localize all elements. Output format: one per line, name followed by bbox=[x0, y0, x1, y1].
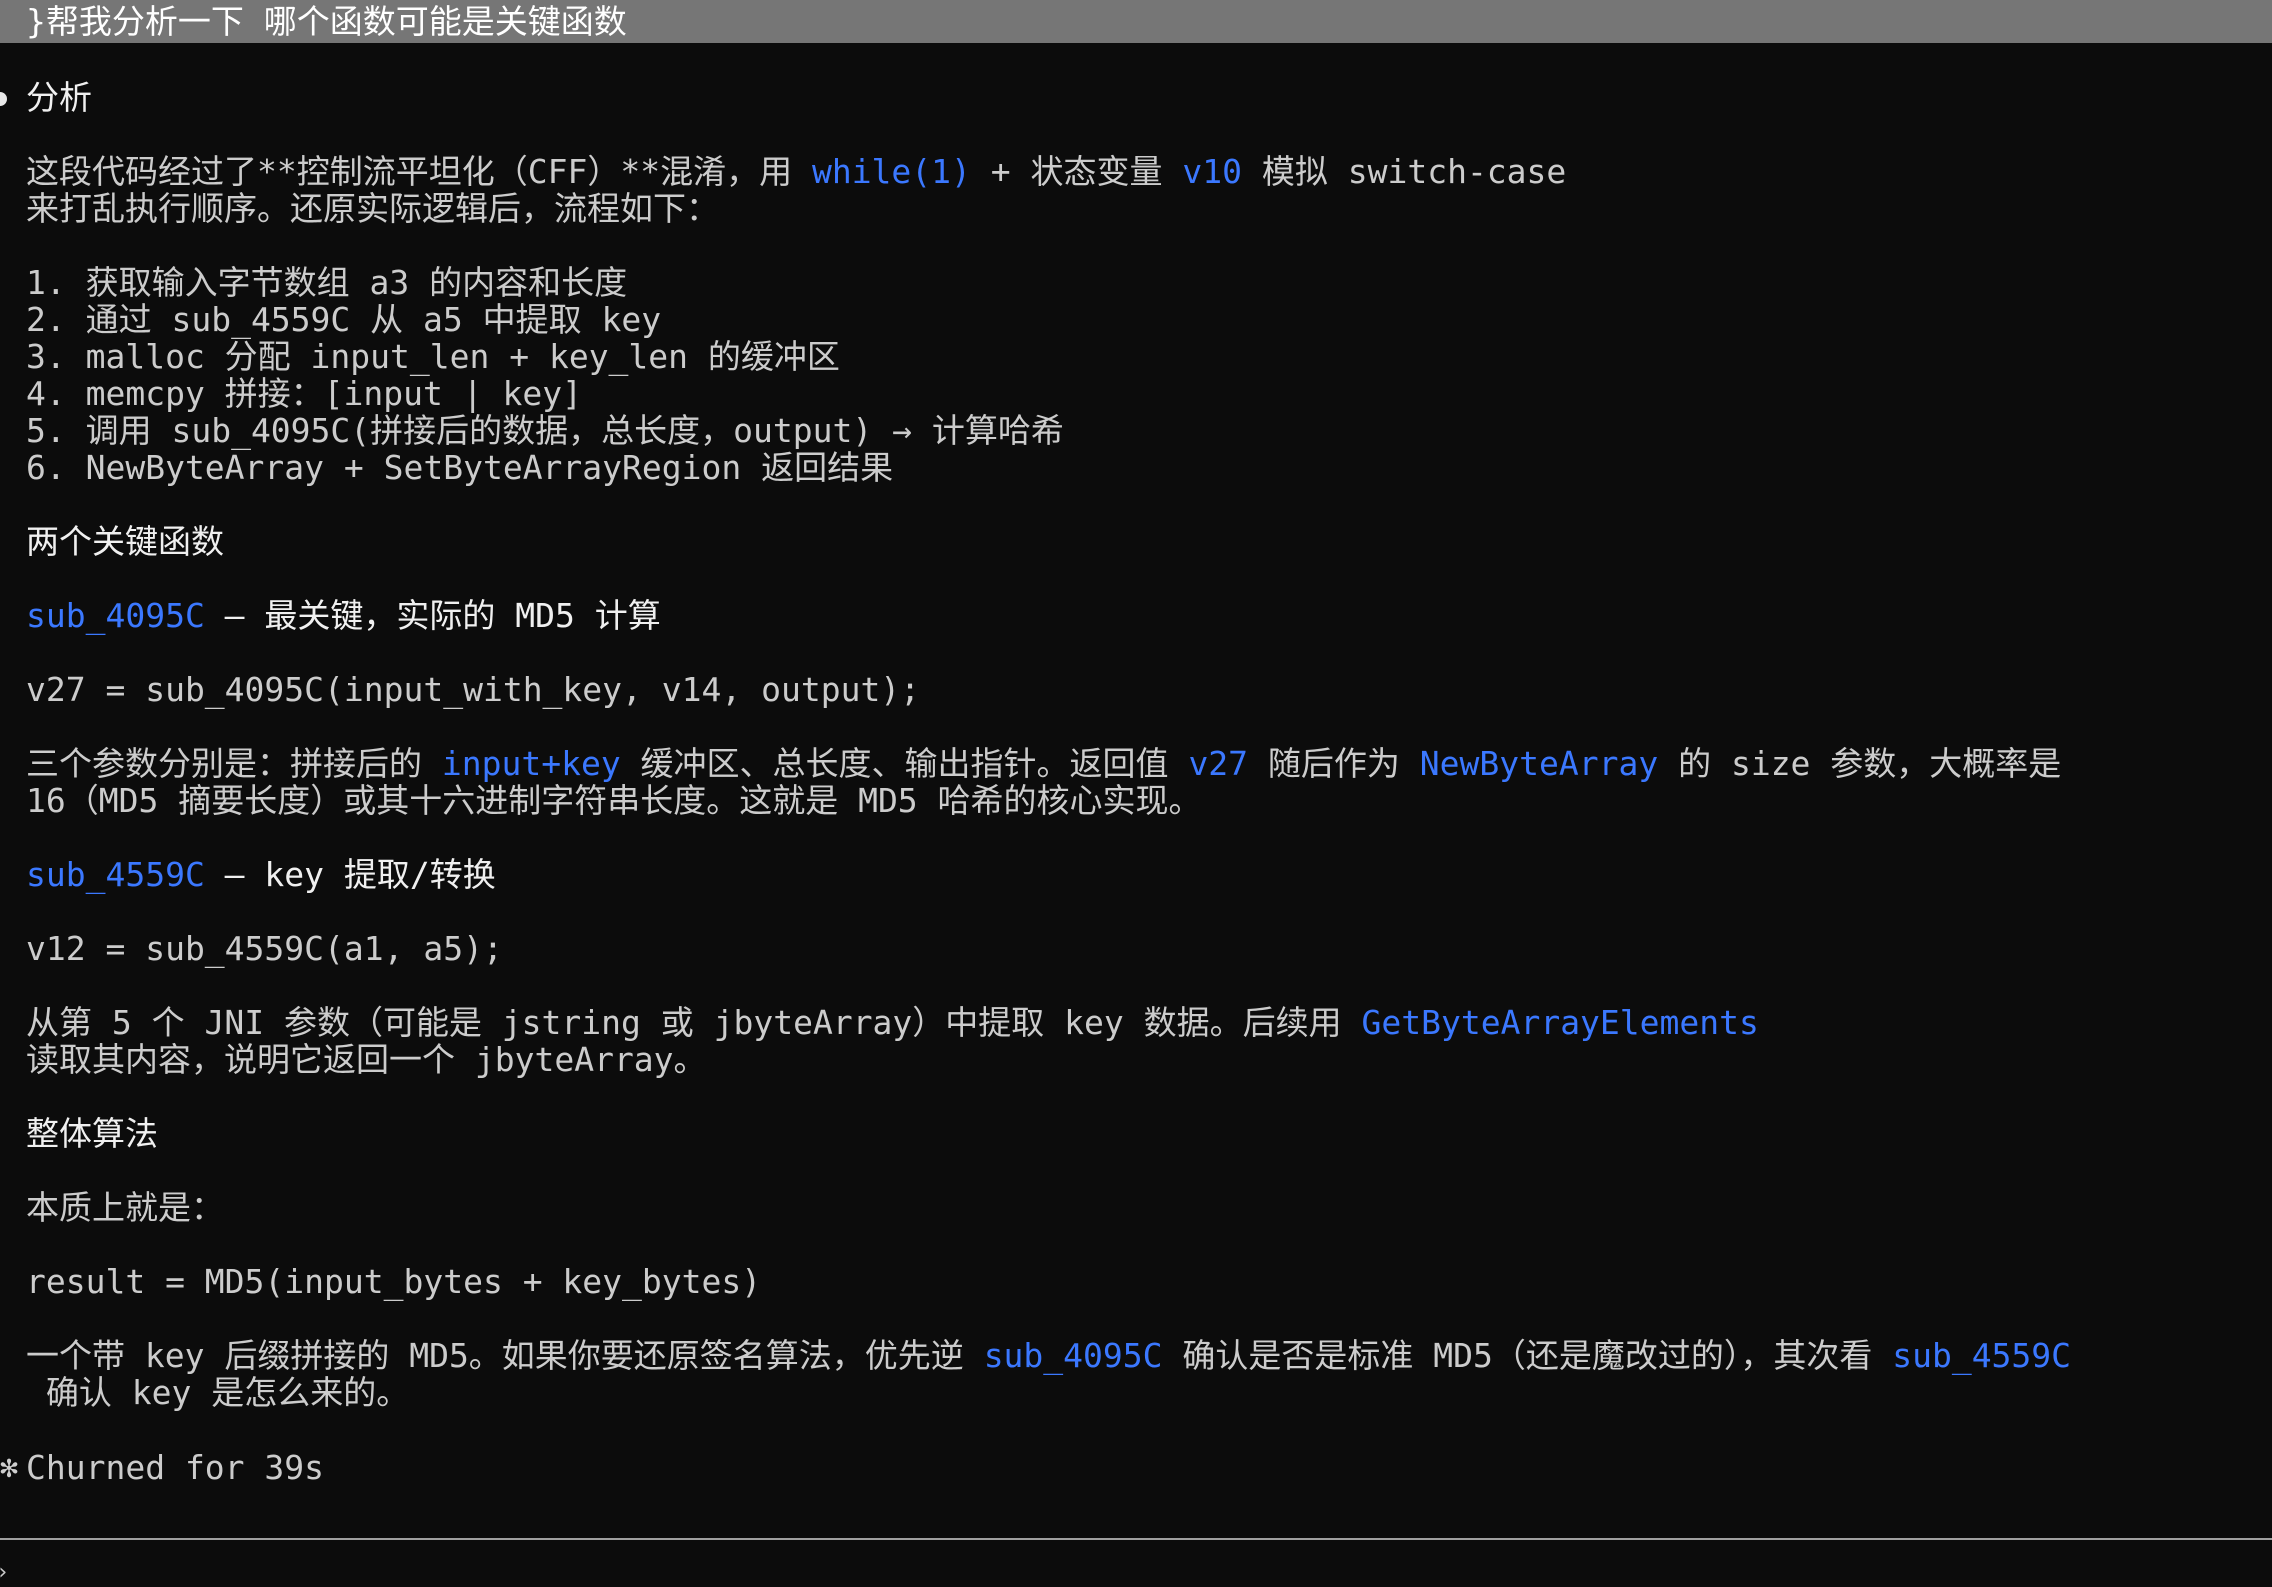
conclusion-line-2: 确认 key 是怎么来的。 bbox=[26, 1373, 410, 1412]
function-1-para-line-2: 16（MD5 摘要长度）或其十六进制字符串长度。这就是 MD5 哈希的核心实现。 bbox=[26, 781, 1202, 820]
function-1-desc: — 最关键，实际的 MD5 计算 bbox=[204, 596, 661, 635]
code-newbytearray: NewByteArray bbox=[1419, 744, 1659, 783]
code-while-loop: while(1) bbox=[811, 152, 971, 191]
f2-text-a: 从第 5 个 JNI 参数（可能是 jstring 或 jbyteArray）中… bbox=[26, 1003, 1362, 1042]
code-v10: v10 bbox=[1182, 152, 1242, 191]
key-functions-heading: 两个关键函数 bbox=[26, 522, 224, 561]
f1-text-c: 随后作为 bbox=[1248, 744, 1420, 783]
concl-text-a: 一个带 key 后缀拼接的 MD5。如果你要还原签名算法，优先逆 bbox=[26, 1336, 984, 1375]
concl-text-b: 确认是否是标准 MD5（还是魔改过的），其次看 bbox=[1162, 1336, 1893, 1375]
code-sub-4559c: sub_4559C bbox=[1892, 1336, 2072, 1375]
f1-text-a: 三个参数分别是：拼接后的 bbox=[26, 744, 442, 783]
response-heading: 分析 bbox=[26, 78, 92, 117]
intro-line-2: 来打乱执行顺序。还原实际逻辑后，流程如下： bbox=[26, 189, 719, 228]
intro-text-b: + 状态变量 bbox=[970, 152, 1183, 191]
function-1-code: v27 = sub_4095C(input_with_key, v14, out… bbox=[26, 670, 921, 709]
algorithm-code: result = MD5(input_bytes + key_bytes) bbox=[26, 1262, 762, 1301]
function-1-title: sub_4095C — 最关键，实际的 MD5 计算 bbox=[26, 594, 661, 638]
algorithm-intro: 本质上就是： bbox=[26, 1188, 224, 1227]
input-divider bbox=[0, 1538, 2272, 1540]
f1-text-d: 的 size 参数，大概率是 bbox=[1658, 744, 2062, 783]
spinner-icon: ✻ bbox=[0, 1450, 19, 1485]
algorithm-heading: 整体算法 bbox=[26, 1114, 158, 1153]
response-bullet-icon bbox=[0, 92, 7, 106]
function-2-name: sub_4559C bbox=[26, 855, 205, 894]
code-v27: v27 bbox=[1188, 744, 1249, 783]
step-6: 6. NewByteArray + SetByteArrayRegion 返回结… bbox=[26, 448, 894, 487]
code-getbytearrayelements: GetByteArrayElements bbox=[1361, 1003, 1759, 1042]
f1-text-b: 缓冲区、总长度、输出指针。返回值 bbox=[620, 744, 1189, 783]
function-2-code: v12 = sub_4559C(a1, a5); bbox=[26, 929, 503, 968]
user-prompt-bar: }帮我分析一下 哪个函数可能是关键函数 bbox=[0, 0, 2272, 43]
intro-text-c: 模拟 switch-case bbox=[1242, 152, 1567, 191]
function-1-name: sub_4095C bbox=[26, 596, 205, 635]
function-2-title: sub_4559C — key 提取/转换 bbox=[26, 853, 496, 897]
code-sub-4095c: sub_4095C bbox=[983, 1336, 1163, 1375]
intro-text-a: 这段代码经过了**控制流平坦化（CFF）**混淆，用 bbox=[26, 152, 812, 191]
function-2-para-line-2: 读取其内容，说明它返回一个 jbyteArray。 bbox=[26, 1040, 707, 1079]
status-text: Churned for 39s bbox=[26, 1448, 325, 1487]
function-2-desc: — key 提取/转换 bbox=[204, 855, 496, 894]
code-input-key: input+key bbox=[441, 744, 621, 783]
input-prompt-caret-icon[interactable]: › bbox=[0, 1562, 9, 1584]
